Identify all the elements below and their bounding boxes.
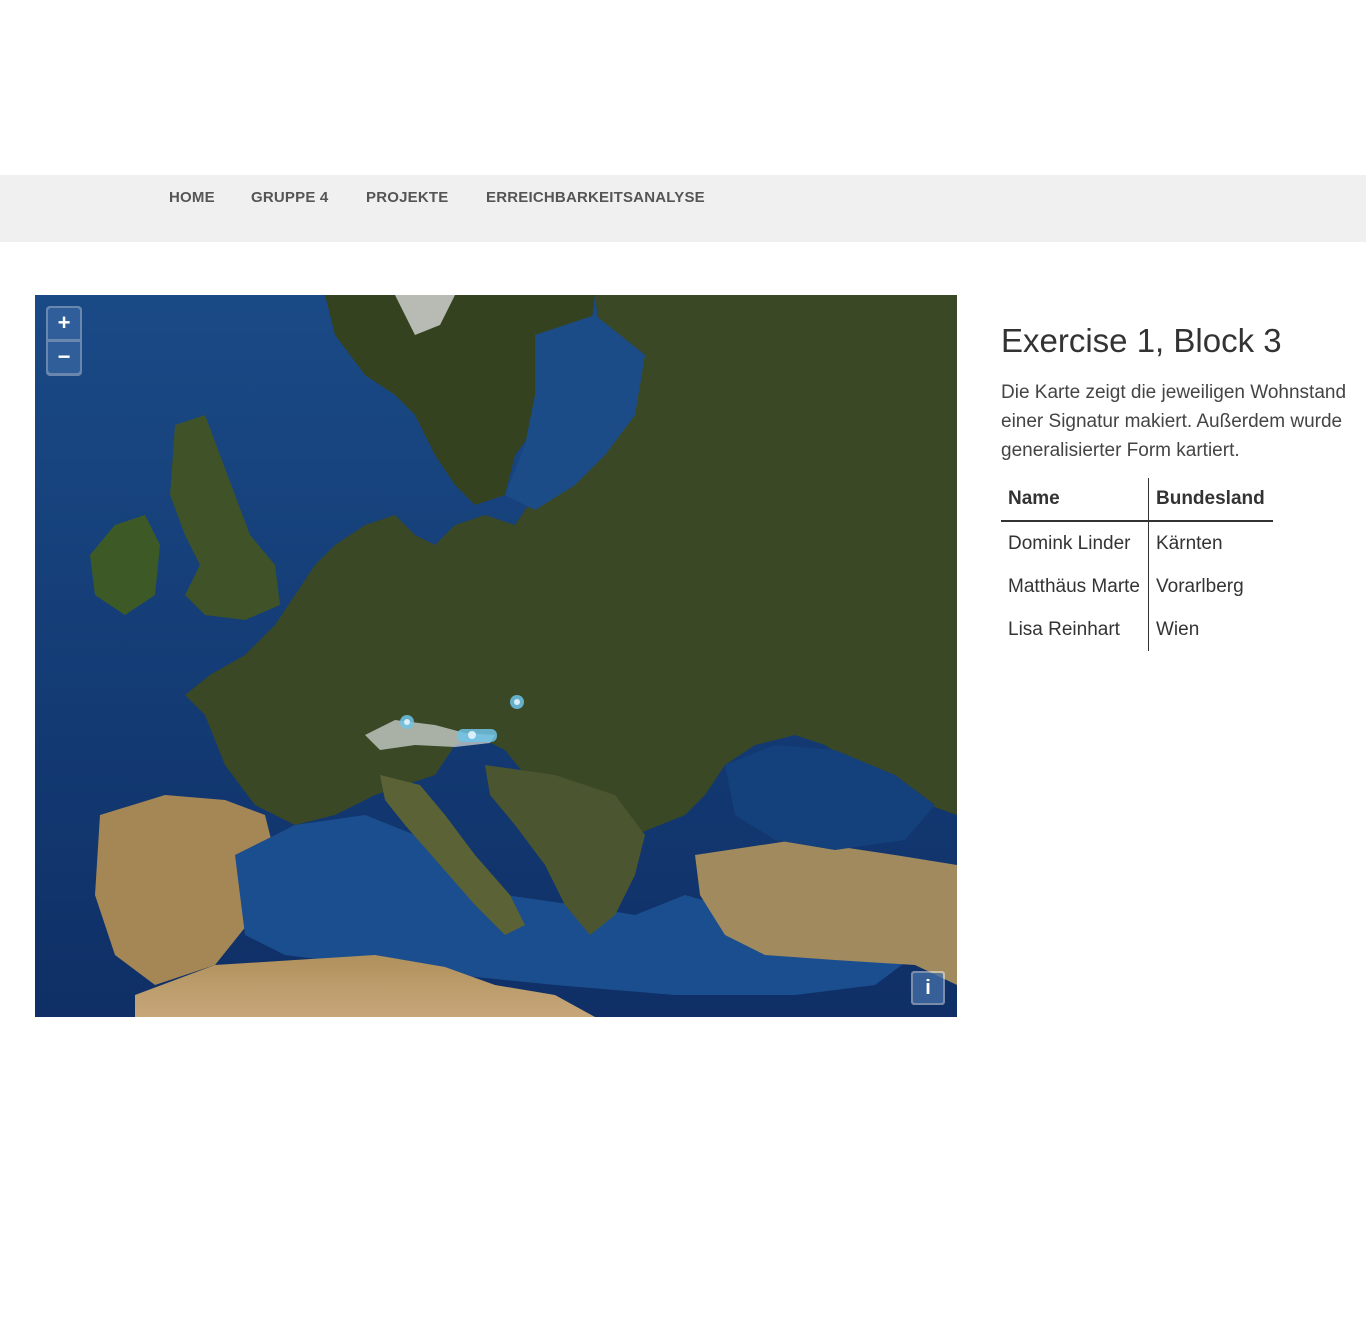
nav-gruppe4-link[interactable]: GRUPPE 4 [251,189,328,209]
cell-name: Lisa Reinhart [1001,608,1149,651]
header-bundesland: Bundesland [1148,478,1273,522]
nav-erreichbarkeitsanalyse-link[interactable]: ERREICHBARKEITSANALYSE [486,189,705,209]
zoom-in-button[interactable]: + [48,308,80,339]
cell-bundesland: Wien [1156,618,1200,640]
page-title: Exercise 1, Block 3 [1001,322,1282,359]
description-line: Die Karte zeigt die jeweiligen Wohnstand [1001,382,1347,403]
marker-kaernten [457,729,497,742]
table-header-row: Name Bundesland [1001,478,1273,522]
satellite-map[interactable]: + − i [35,295,957,1017]
attribution-control: i [911,971,945,1005]
table-row: Lisa Reinhart Wien [1001,608,1273,651]
description-line: einer Signatur makiert. Außerdem wurde [1001,411,1343,432]
zoom-out-button[interactable]: − [48,342,80,373]
residents-table: Name Bundesland Domink Linder Kärnten Ma… [1001,478,1273,651]
table-row: Domink Linder Kärnten [1001,521,1273,565]
map-imagery [35,295,957,1017]
description: Die Karte zeigt die jeweiligen Wohnstand… [1001,378,1366,465]
cell-bundesland: Vorarlberg [1156,575,1244,597]
zoom-control: + − [46,306,82,376]
cell-bundesland: Kärnten [1156,532,1223,554]
nav-home-link[interactable]: HOME [169,189,215,209]
cell-name: Matthäus Marte [1001,565,1149,608]
cell-name: Domink Linder [1001,521,1149,565]
info-button[interactable]: i [913,973,943,1003]
description-line: generalisierter Form kartiert. [1001,440,1240,461]
header-name: Name [1001,478,1149,522]
nav-projekte-link[interactable]: PROJEKTE [366,189,448,209]
table-row: Matthäus Marte Vorarlberg [1001,565,1273,608]
